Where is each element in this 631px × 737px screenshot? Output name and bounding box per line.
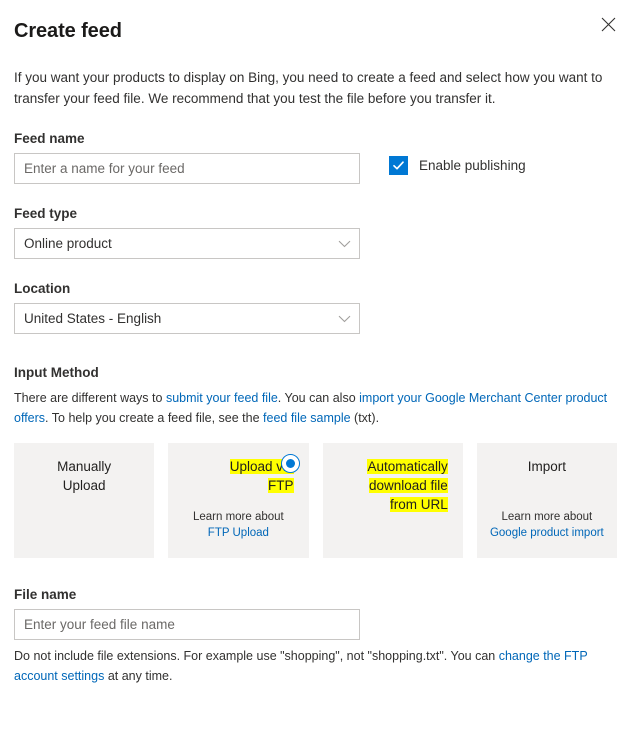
input-method-card-title: Automatically download file from URL bbox=[334, 457, 452, 514]
file-name-label: File name bbox=[14, 587, 617, 602]
enable-publishing-checkbox[interactable]: Enable publishing bbox=[389, 156, 526, 175]
close-icon bbox=[601, 17, 616, 32]
file-name-hint: Do not include file extensions. For exam… bbox=[14, 646, 617, 686]
input-method-section: Input Method There are different ways to… bbox=[14, 365, 617, 558]
feed-type-value: Online product bbox=[14, 228, 360, 259]
check-icon bbox=[389, 156, 408, 175]
card-title-line: Automatically bbox=[367, 459, 447, 474]
feed-type-section: Feed type Online product bbox=[14, 206, 617, 259]
feed-name-section: Feed name Enable publishing bbox=[14, 131, 617, 184]
card-learn-more-link[interactable]: FTP Upload bbox=[208, 527, 269, 539]
location-section: Location United States - English bbox=[14, 281, 617, 334]
hint-text-2: at any time. bbox=[104, 669, 172, 683]
card-title-line: download file bbox=[369, 478, 448, 493]
location-dropdown[interactable]: United States - English bbox=[14, 303, 360, 334]
input-method-card-subtext: Learn more about FTP Upload bbox=[176, 509, 300, 541]
input-method-card[interactable]: Upload viaFTP Learn more about FTP Upload bbox=[168, 443, 308, 558]
submit-feed-file-link[interactable]: submit your feed file bbox=[166, 391, 278, 405]
input-method-card[interactable]: Automatically download file from URL bbox=[323, 443, 463, 558]
desc-text-2: . You can also bbox=[278, 391, 359, 405]
location-label: Location bbox=[14, 281, 617, 296]
feed-type-dropdown[interactable]: Online product bbox=[14, 228, 360, 259]
file-name-input[interactable] bbox=[14, 609, 360, 640]
card-learn-more-link[interactable]: Google product import bbox=[490, 527, 604, 539]
input-method-card-title: Upload viaFTP bbox=[179, 457, 297, 495]
card-title-line: Import bbox=[528, 459, 566, 474]
location-value: United States - English bbox=[14, 303, 360, 334]
file-name-section: File name Do not include file extensions… bbox=[14, 587, 617, 686]
input-method-card[interactable]: Manually Upload bbox=[14, 443, 154, 558]
card-title-line: FTP bbox=[268, 478, 294, 493]
desc-text-1: There are different ways to bbox=[14, 391, 166, 405]
card-title-line: Upload bbox=[63, 478, 106, 493]
feed-name-input[interactable] bbox=[14, 153, 360, 184]
hint-text-1: Do not include file extensions. For exam… bbox=[14, 649, 499, 663]
input-method-card-subtext: Learn more about Google product import bbox=[485, 509, 609, 541]
page-title: Create feed bbox=[14, 0, 617, 43]
intro-text: If you want your products to display on … bbox=[14, 67, 617, 109]
radio-dot-icon bbox=[286, 459, 295, 468]
close-button[interactable] bbox=[593, 9, 623, 39]
input-method-description: There are different ways to submit your … bbox=[14, 388, 617, 428]
input-method-radio-selected[interactable] bbox=[281, 454, 300, 473]
feed-file-sample-link[interactable]: feed file sample bbox=[263, 411, 351, 425]
feed-name-label: Feed name bbox=[14, 131, 617, 146]
input-method-card-list: Manually Upload Upload viaFTP Learn more ab… bbox=[14, 443, 617, 558]
input-method-card-title: Manually Upload bbox=[25, 457, 143, 495]
input-method-title: Input Method bbox=[14, 365, 617, 380]
desc-text-4: (txt). bbox=[351, 411, 379, 425]
create-feed-dialog: Create feed If you want your products to… bbox=[0, 0, 631, 686]
desc-text-3: . To help you create a feed file, see th… bbox=[45, 411, 263, 425]
input-method-card[interactable]: Import Learn more about Google product imp… bbox=[477, 443, 617, 558]
card-learn-more-text: Learn more about bbox=[193, 511, 284, 523]
input-method-card-title: Import bbox=[488, 457, 606, 476]
card-learn-more-text: Learn more about bbox=[501, 511, 592, 523]
card-title-line: Manually bbox=[57, 459, 111, 474]
feed-type-label: Feed type bbox=[14, 206, 617, 221]
card-title-line: from URL bbox=[390, 497, 448, 512]
enable-publishing-label: Enable publishing bbox=[419, 158, 526, 173]
